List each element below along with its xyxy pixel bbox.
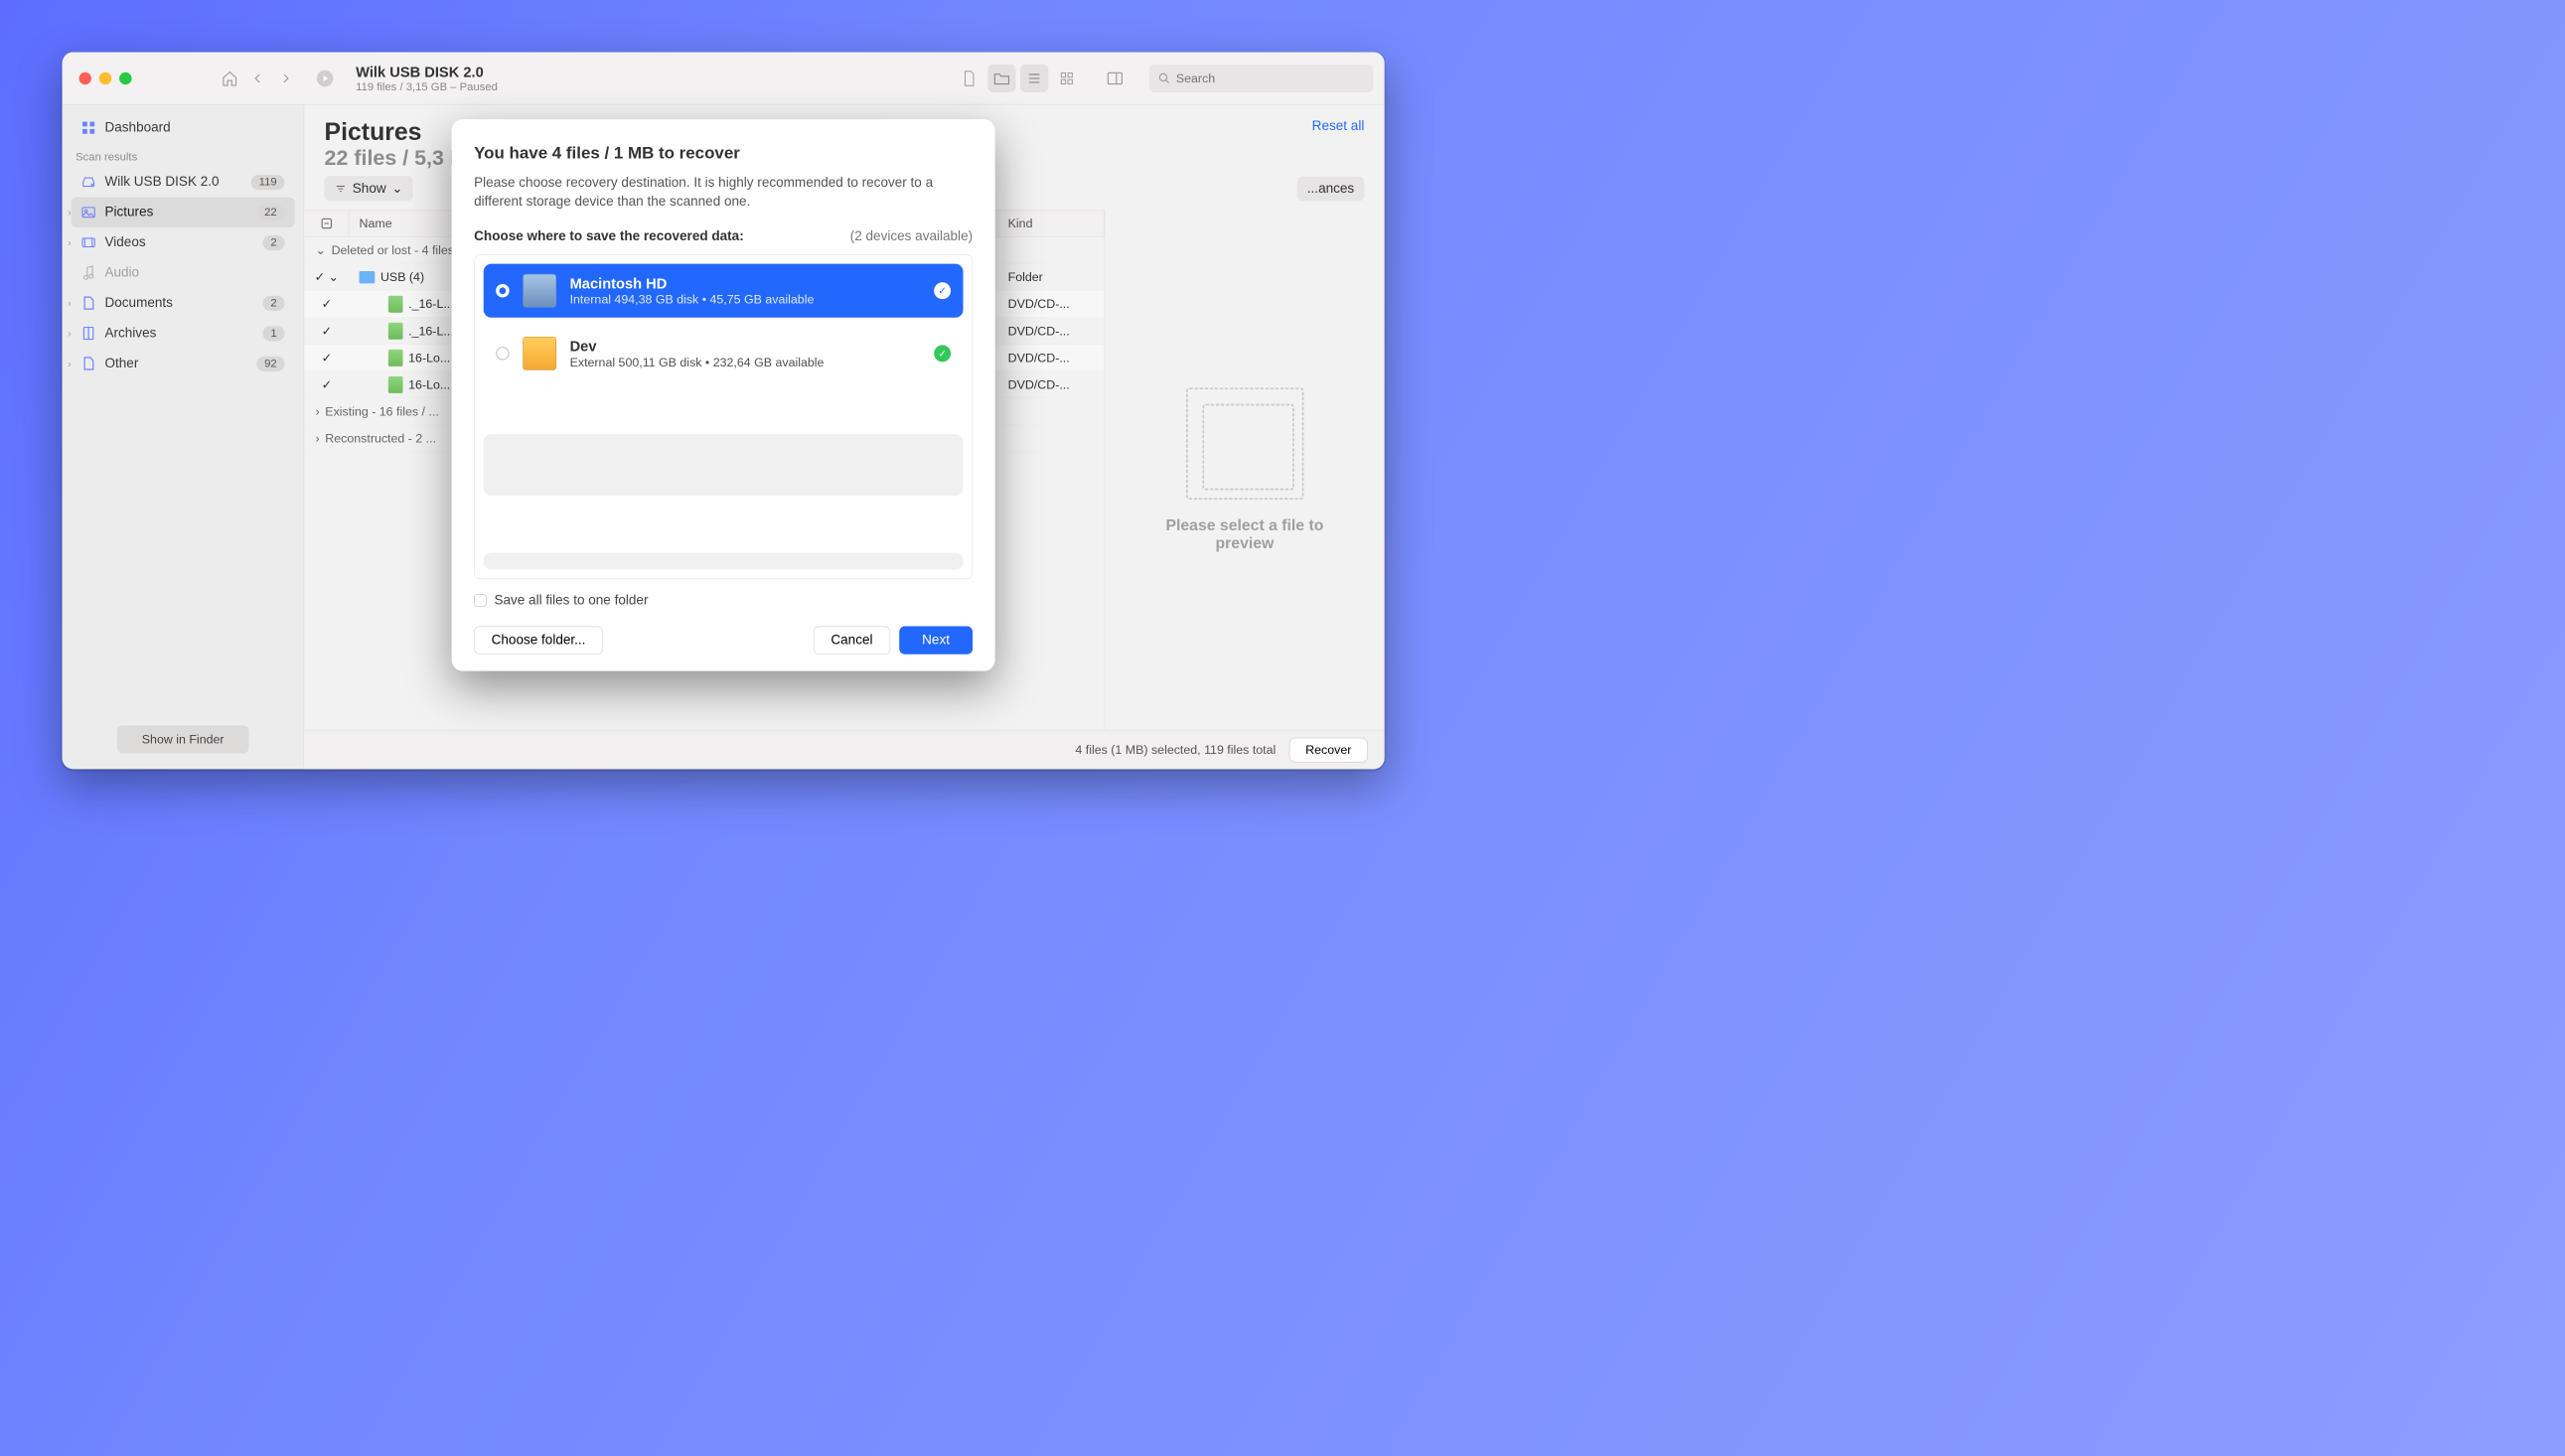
device-desc: External 500,11 GB disk • 232,64 GB avai… xyxy=(570,355,825,369)
device-desc: Internal 494,38 GB disk • 45,75 GB avail… xyxy=(570,292,815,307)
internal-disk-icon xyxy=(523,274,556,308)
device-name: Macintosh HD xyxy=(570,275,815,292)
device-name: Dev xyxy=(570,338,825,355)
device-list: Macintosh HD Internal 494,38 GB disk • 4… xyxy=(474,254,973,579)
device-placeholder xyxy=(484,553,964,570)
radio-icon xyxy=(496,284,510,298)
modal-title: You have 4 files / 1 MB to recover xyxy=(474,144,973,163)
devices-hint: (2 devices available) xyxy=(850,228,973,244)
cancel-button[interactable]: Cancel xyxy=(814,627,890,655)
checkbox-icon xyxy=(474,595,486,607)
modal-overlay: You have 4 files / 1 MB to recover Pleas… xyxy=(63,52,1385,769)
save-all-checkbox[interactable]: Save all files to one folder xyxy=(474,593,973,609)
external-disk-icon xyxy=(523,337,556,370)
device-option-macintosh[interactable]: Macintosh HD Internal 494,38 GB disk • 4… xyxy=(484,264,964,318)
app-window: Wilk USB DISK 2.0 119 files / 3,15 GB – … xyxy=(63,52,1385,769)
checkmark-icon: ✓ xyxy=(934,282,951,299)
device-option-dev[interactable]: Dev External 500,11 GB disk • 232,64 GB … xyxy=(484,327,964,380)
modal-description: Please choose recovery destination. It i… xyxy=(474,173,973,211)
next-button[interactable]: Next xyxy=(899,627,973,655)
save-all-label: Save all files to one folder xyxy=(494,593,648,609)
checkmark-icon: ✓ xyxy=(934,346,951,363)
choose-label: Choose where to save the recovered data: xyxy=(474,228,744,244)
recovery-destination-modal: You have 4 files / 1 MB to recover Pleas… xyxy=(452,119,995,671)
radio-icon xyxy=(496,347,510,361)
device-placeholder xyxy=(484,434,964,496)
choose-folder-button[interactable]: Choose folder... xyxy=(474,627,603,655)
